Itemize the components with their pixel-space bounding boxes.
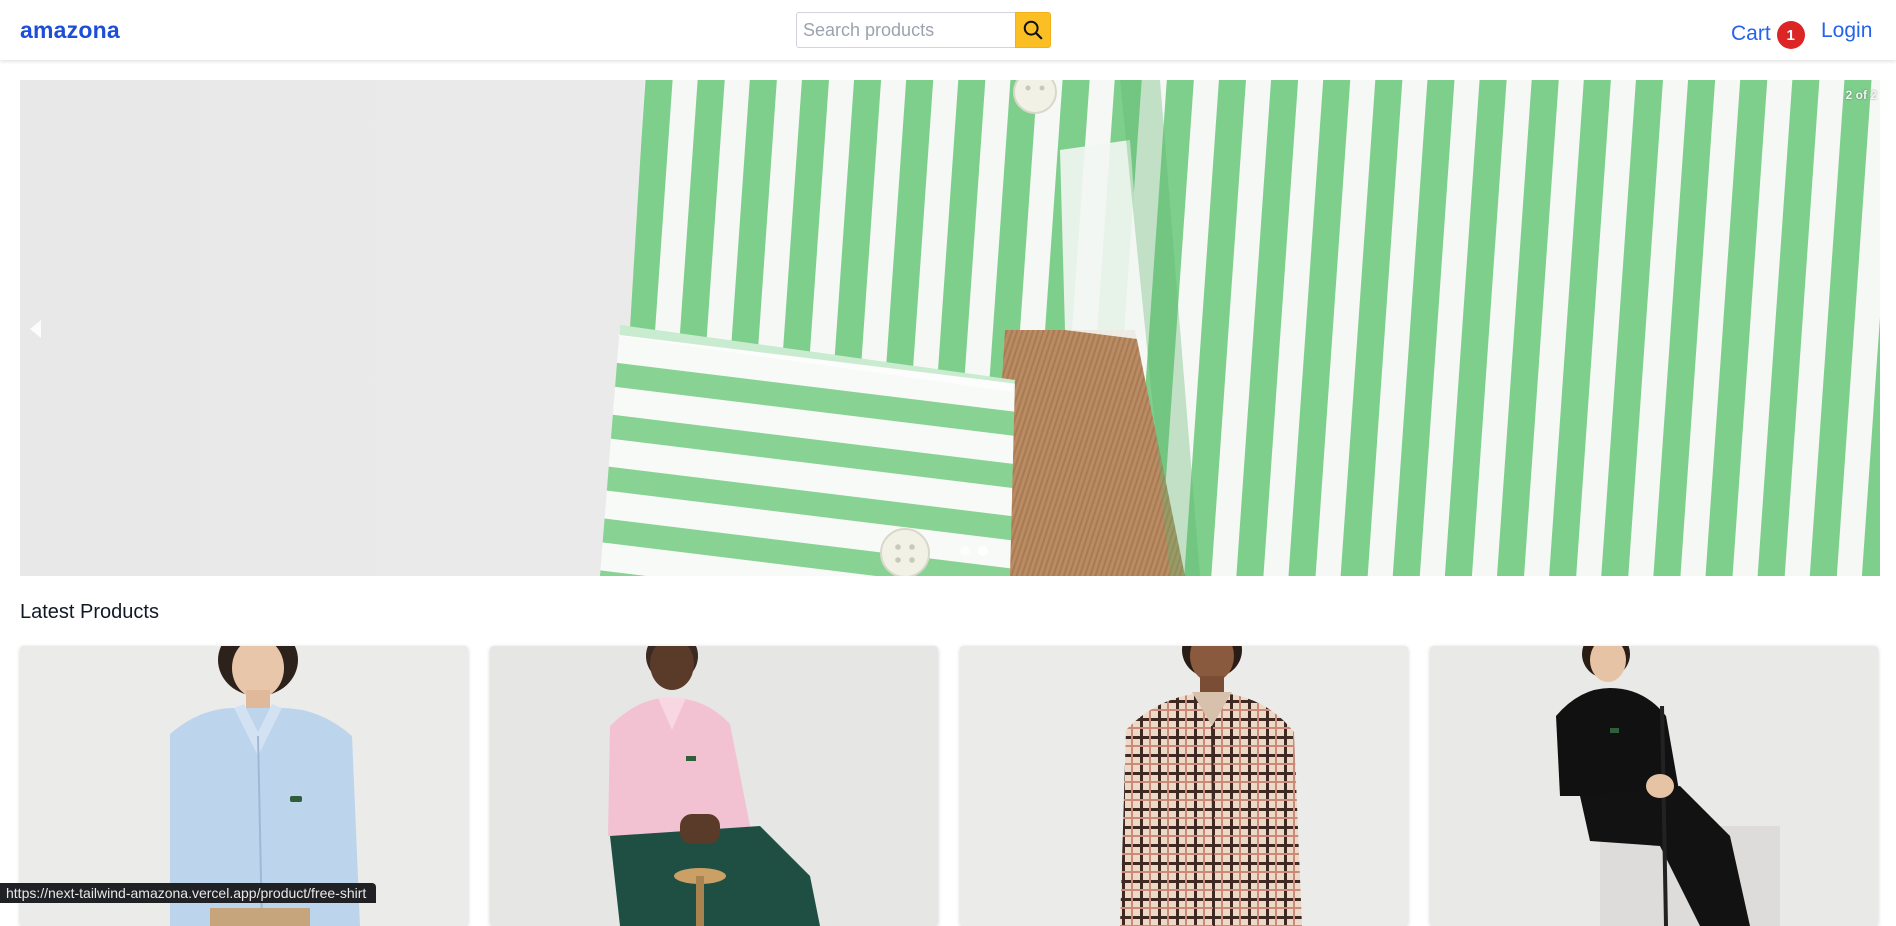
hero-carousel[interactable]: 2 of 2 xyxy=(20,80,1880,576)
product-card[interactable] xyxy=(490,646,938,926)
login-link[interactable]: Login xyxy=(1821,19,1872,43)
search-icon xyxy=(1023,20,1043,40)
cart-count-badge: 1 xyxy=(1776,21,1805,49)
brand-logo-link[interactable]: amazona xyxy=(20,17,120,44)
carousel-dot-1[interactable] xyxy=(960,546,970,556)
carousel-slide-counter: 2 of 2 xyxy=(1845,88,1877,102)
carousel-slide-image xyxy=(20,80,1880,576)
product-image[interactable] xyxy=(960,646,1408,926)
search-form xyxy=(796,12,1051,50)
top-navbar: amazona Cart 1 Login xyxy=(0,0,1896,60)
carousel-dot-2[interactable] xyxy=(978,546,988,556)
product-image[interactable] xyxy=(1430,646,1878,926)
carousel-prev-arrow-icon[interactable] xyxy=(30,320,41,338)
product-card[interactable] xyxy=(1430,646,1878,926)
search-input[interactable] xyxy=(796,12,1015,48)
carousel-indicators xyxy=(960,546,988,556)
search-button[interactable] xyxy=(1015,12,1051,48)
product-image[interactable] xyxy=(490,646,938,926)
cart-label: Cart xyxy=(1731,22,1771,45)
cart-link[interactable]: Cart 1 xyxy=(1731,19,1805,49)
product-card[interactable] xyxy=(960,646,1408,926)
browser-status-url: https://next-tailwind-amazona.vercel.app… xyxy=(0,883,377,903)
latest-products-heading: Latest Products xyxy=(20,601,159,623)
